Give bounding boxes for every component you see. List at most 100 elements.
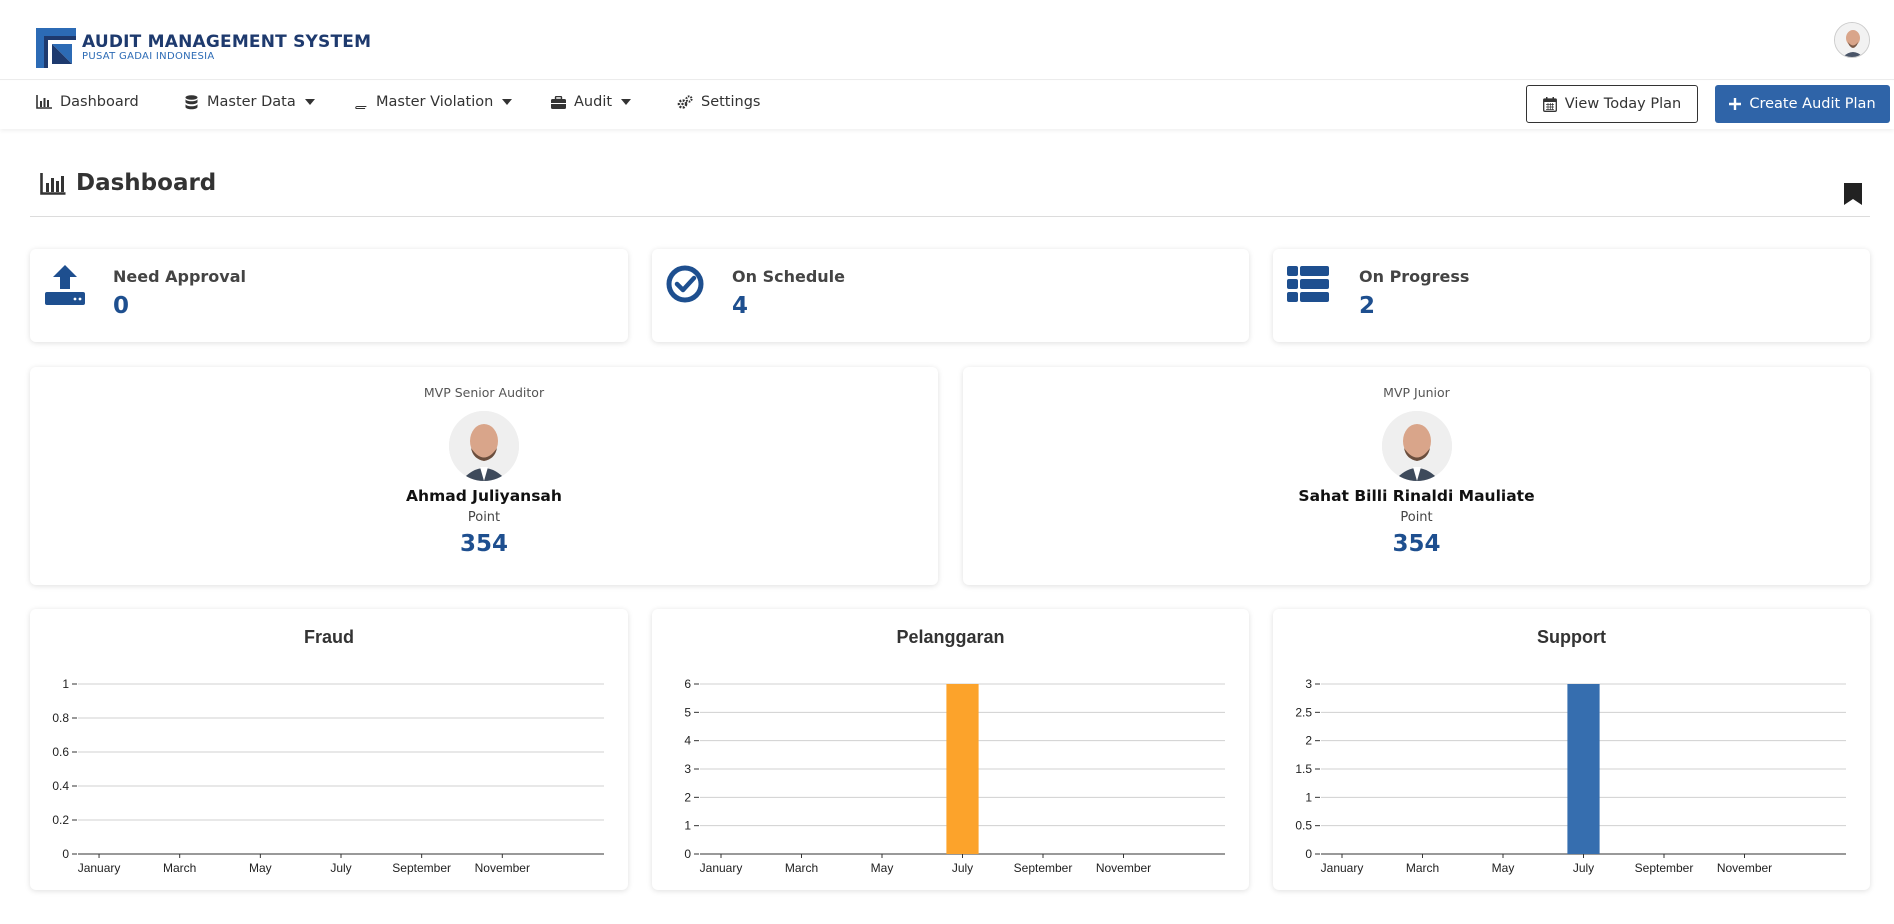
stat-card-on-progress[interactable]: On Progress 2 [1273, 249, 1870, 342]
mvp-role: MVP Senior Auditor [423, 385, 545, 400]
x-tick-label: January [1321, 861, 1364, 875]
nav-label: Settings [701, 94, 761, 110]
y-tick-label: 6 [684, 677, 691, 691]
stat-value: 0 [113, 293, 130, 319]
nav-label: Dashboard [60, 94, 139, 110]
nav-label: Audit [574, 94, 613, 110]
nav-master-data[interactable]: Master Data [183, 81, 315, 123]
y-tick-label: 1.5 [1295, 762, 1312, 776]
stat-value: 4 [732, 293, 749, 319]
app-title: AUDIT MANAGEMENT SYSTEM [82, 32, 372, 52]
y-tick-label: 1 [62, 677, 69, 691]
briefcase-icon [550, 94, 566, 110]
mvp-name: Ahmad Juliyansah [406, 487, 562, 505]
view-today-plan-label: View Today Plan [1564, 96, 1682, 112]
x-tick-label: July [1573, 861, 1594, 875]
nav-audit[interactable]: Audit [550, 81, 632, 123]
top-header: AUDIT MANAGEMENT SYSTEM PUSAT GADAI INDO… [0, 0, 1894, 80]
chevron-down-icon [502, 99, 513, 105]
stat-label: Need Approval [113, 267, 246, 286]
calendar-icon [1542, 96, 1557, 112]
user-avatar[interactable] [1834, 22, 1870, 58]
x-tick-label: March [785, 861, 818, 875]
nav-master-violation[interactable]: Master Violation [352, 81, 513, 123]
gears-icon [677, 94, 693, 110]
list-icon [1287, 266, 1329, 306]
y-tick-label: 1 [1305, 790, 1312, 804]
y-tick-label: 4 [684, 734, 691, 748]
bar[interactable] [1567, 684, 1600, 854]
y-tick-label: 0.6 [52, 745, 69, 759]
x-tick-label: November [1096, 861, 1151, 875]
mvp-name: Sahat Billi Rinaldi Mauliate [1298, 487, 1535, 505]
y-tick-label: 0.8 [52, 711, 69, 725]
x-tick-label: January [700, 861, 743, 875]
x-tick-label: May [871, 861, 894, 875]
create-audit-plan-label: Create Audit Plan [1749, 96, 1876, 112]
mvp-senior-card: MVP Senior Auditor Ahmad Juliyansah Poin… [30, 367, 938, 585]
nav-settings[interactable]: Settings [677, 81, 760, 123]
app-subtitle: PUSAT GADAI INDONESIA [82, 51, 215, 62]
chart-card-support: Support 0 0.5 1 1.5 2 2.5 3 January March May July… [1273, 609, 1870, 890]
plus-icon [1729, 98, 1742, 110]
y-tick-label: 2.5 [1295, 705, 1312, 719]
nav-label: Master Data [207, 94, 296, 110]
y-tick-label: 3 [1305, 677, 1312, 691]
fraud-chart: 0 0.2 0.4 0.6 0.8 1 January March May July Septemb… [52, 677, 604, 875]
view-today-plan-button[interactable]: View Today Plan [1526, 85, 1698, 123]
y-tick-label: 0.4 [52, 779, 69, 793]
nav-label: Master Violation [376, 94, 494, 110]
bookmark-icon[interactable] [1844, 183, 1862, 209]
stat-label: On Schedule [732, 267, 845, 286]
y-tick-label: 0.5 [1295, 819, 1312, 833]
x-tick-label: March [1406, 861, 1439, 875]
logo-mark-icon [36, 28, 76, 68]
y-tick-label: 2 [684, 790, 691, 804]
chevron-down-icon [621, 99, 632, 105]
nav-dashboard[interactable]: Dashboard [36, 81, 139, 123]
mvp-role: MVP Junior [1383, 385, 1450, 400]
x-tick-label: March [163, 861, 196, 875]
mvp-points: 354 [459, 531, 508, 557]
mvp-point-label: Point [467, 510, 501, 525]
stat-card-on-schedule[interactable]: On Schedule 4 [652, 249, 1249, 342]
y-tick-label: 0.2 [52, 813, 69, 827]
chart-title: Pelanggaran [896, 627, 1005, 647]
x-tick-label: September [392, 861, 451, 875]
chart-title: Fraud [303, 627, 354, 647]
bar-chart-icon [40, 173, 66, 199]
stat-card-need-approval[interactable]: Need Approval 0 [30, 249, 628, 342]
book-icon [352, 94, 368, 110]
app-logo[interactable]: AUDIT MANAGEMENT SYSTEM PUSAT GADAI INDO… [36, 28, 371, 68]
y-tick-label: 0 [1305, 847, 1312, 861]
bar-chart-icon [36, 94, 52, 110]
chart-card-fraud: Fraud 0 0.2 0.4 0.6 0.8 1 January March May July S… [30, 609, 628, 890]
support-chart: 0 0.5 1 1.5 2 2.5 3 January March May July Septembe… [1295, 677, 1846, 875]
mvp-point-label: Point [1400, 510, 1433, 525]
y-tick-label: 3 [684, 762, 691, 776]
avatar [1381, 411, 1452, 481]
y-tick-label: 1 [684, 819, 691, 833]
y-tick-label: 5 [684, 705, 691, 719]
x-tick-label: November [475, 861, 530, 875]
check-circle-icon [666, 265, 704, 307]
y-tick-label: 0 [62, 847, 69, 861]
create-audit-plan-button[interactable]: Create Audit Plan [1715, 85, 1890, 123]
y-tick-label: 2 [1305, 734, 1312, 748]
x-tick-label: September [1014, 861, 1073, 875]
mvp-points: 354 [1392, 531, 1441, 557]
avatar [449, 411, 519, 481]
bar[interactable] [946, 684, 979, 854]
x-tick-label: July [330, 861, 351, 875]
chart-card-pelanggaran: Pelanggaran 0 1 2 3 4 5 6 January March May July Se… [652, 609, 1249, 890]
chevron-down-icon [304, 99, 315, 105]
page-header: Dashboard [30, 160, 1870, 217]
pelanggaran-chart: 0 1 2 3 4 5 6 January March May July September Novem… [684, 677, 1225, 875]
upload-icon [45, 265, 85, 309]
stat-label: On Progress [1359, 267, 1470, 286]
database-icon [183, 94, 199, 110]
x-tick-label: November [1717, 861, 1772, 875]
page-title: Dashboard [76, 170, 217, 196]
stat-value: 2 [1359, 293, 1376, 319]
mvp-junior-card: MVP Junior Sahat Billi Rinaldi Mauliate … [963, 367, 1870, 585]
